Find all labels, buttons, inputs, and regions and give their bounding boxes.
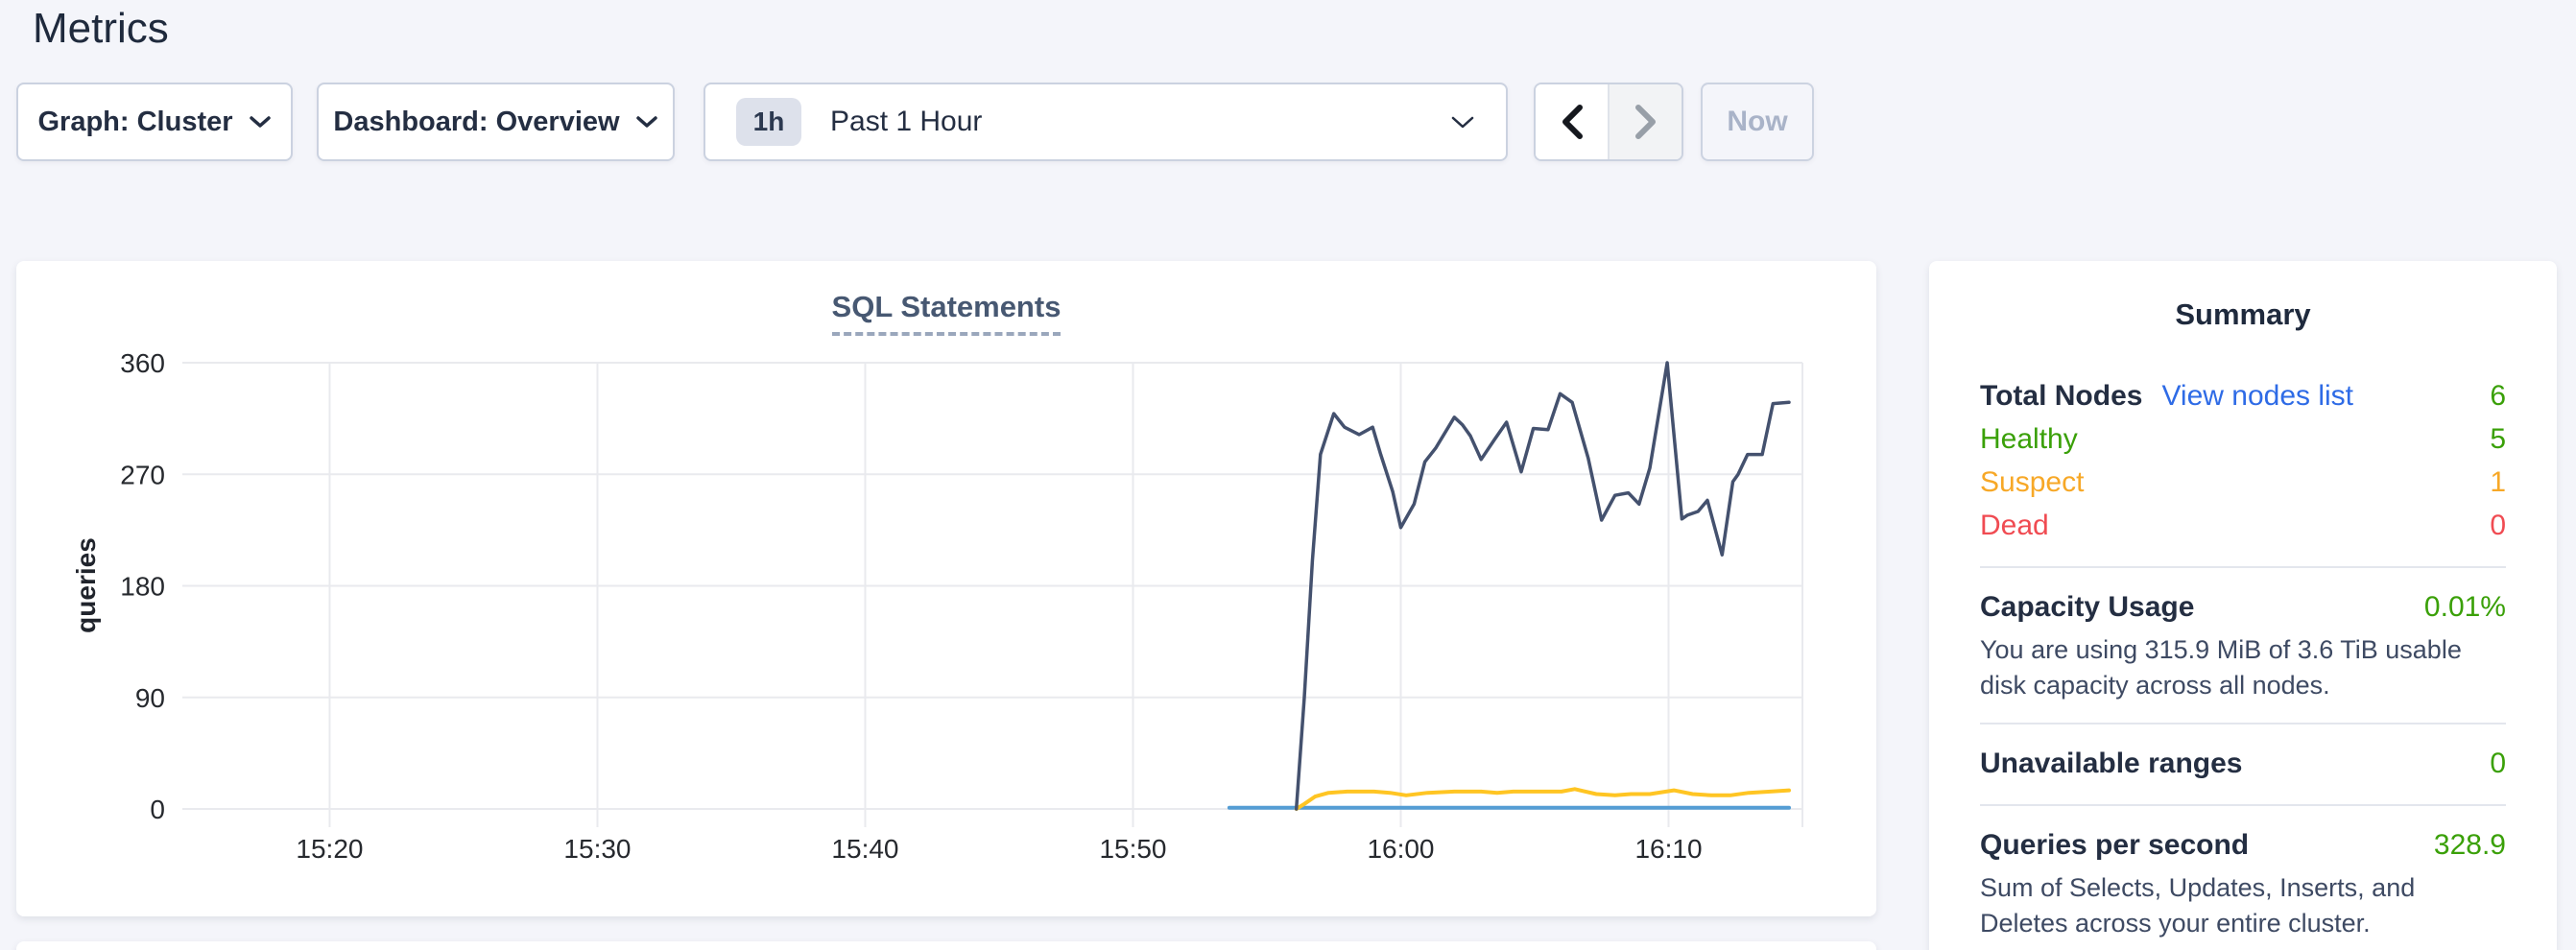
divider <box>1980 723 2506 724</box>
chart-plot[interactable]: 0 90 180 270 360 15:20 15:30 15:40 15:50 16:00 16:… <box>16 261 1876 916</box>
prev-time-button[interactable] <box>1536 84 1608 159</box>
queries-per-second-label: Queries per second <box>1980 823 2249 867</box>
queries-per-second-row: Queries per second 328.9 <box>1980 823 2506 867</box>
next-time-button[interactable] <box>1608 84 1682 159</box>
svg-text:15:20: 15:20 <box>296 834 363 864</box>
metrics-page: Metrics Graph: Cluster Dashboard: Overvi… <box>0 0 2576 950</box>
capacity-usage-row: Capacity Usage 0.01% <box>1980 585 2506 629</box>
sql-statements-chart-card: SQL Statements queries 09018027036015:20… <box>16 261 1876 916</box>
healthy-nodes-row: Healthy 5 <box>1980 417 2506 461</box>
dead-label: Dead <box>1980 504 2049 547</box>
dashboard-dropdown-value: Dashboard: Overview <box>333 107 619 138</box>
total-nodes-value: 6 <box>2490 374 2506 417</box>
healthy-value: 5 <box>2490 417 2506 461</box>
svg-text:360: 360 <box>120 348 165 378</box>
svg-text:15:40: 15:40 <box>831 834 898 864</box>
capacity-usage-label: Capacity Usage <box>1980 585 2194 629</box>
svg-text:270: 270 <box>120 460 165 489</box>
svg-text:16:00: 16:00 <box>1367 834 1434 864</box>
chevron-down-icon <box>635 114 658 130</box>
total-nodes-label: Total Nodes <box>1980 374 2142 417</box>
svg-text:15:30: 15:30 <box>563 834 631 864</box>
time-range-value: Past 1 Hour <box>830 106 982 138</box>
chevron-left-icon <box>1560 104 1585 140</box>
dead-nodes-row: Dead 0 <box>1980 504 2506 547</box>
dashboard-dropdown[interactable]: Dashboard: Overview <box>317 83 675 161</box>
svg-text:16:10: 16:10 <box>1634 834 1702 864</box>
svg-text:180: 180 <box>120 572 165 602</box>
time-nav-group <box>1534 83 1683 161</box>
page-title: Metrics <box>33 2 169 56</box>
svg-text:15:50: 15:50 <box>1099 834 1166 864</box>
graph-dropdown-value: Graph: Cluster <box>37 107 232 138</box>
chevron-right-icon <box>1634 104 1658 140</box>
divider <box>1980 804 2506 806</box>
unavailable-ranges-value: 0 <box>2490 742 2506 785</box>
capacity-usage-description: You are using 315.9 MiB of 3.6 TiB usabl… <box>1980 632 2506 703</box>
svg-text:0: 0 <box>150 795 165 824</box>
svg-text:90: 90 <box>135 683 165 713</box>
capacity-usage-value: 0.01% <box>2424 585 2506 629</box>
queries-per-second-value: 328.9 <box>2434 823 2506 867</box>
summary-title: Summary <box>1980 297 2506 332</box>
time-range-dropdown[interactable]: 1h Past 1 Hour <box>704 83 1508 161</box>
healthy-label: Healthy <box>1980 417 2078 461</box>
divider <box>1980 566 2506 568</box>
unavailable-ranges-row: Unavailable ranges 0 <box>1980 742 2506 785</box>
dead-value: 0 <box>2490 504 2506 547</box>
summary-card: Summary Total Nodes View nodes list 6 He… <box>1929 261 2557 950</box>
chevron-down-icon <box>249 114 272 130</box>
suspect-label: Suspect <box>1980 461 2084 504</box>
suspect-nodes-row: Suspect 1 <box>1980 461 2506 504</box>
unavailable-ranges-label: Unavailable ranges <box>1980 742 2242 785</box>
view-nodes-list-link[interactable]: View nodes list <box>2161 374 2353 417</box>
total-nodes-row: Total Nodes View nodes list 6 <box>1980 374 2506 417</box>
time-range-badge: 1h <box>736 98 801 146</box>
queries-per-second-description: Sum of Selects, Updates, Inserts, and De… <box>1980 870 2506 941</box>
next-chart-card <box>16 941 1876 950</box>
graph-dropdown[interactable]: Graph: Cluster <box>16 83 293 161</box>
now-button[interactable]: Now <box>1701 83 1814 161</box>
chevron-down-icon <box>1450 113 1475 131</box>
suspect-value: 1 <box>2490 461 2506 504</box>
